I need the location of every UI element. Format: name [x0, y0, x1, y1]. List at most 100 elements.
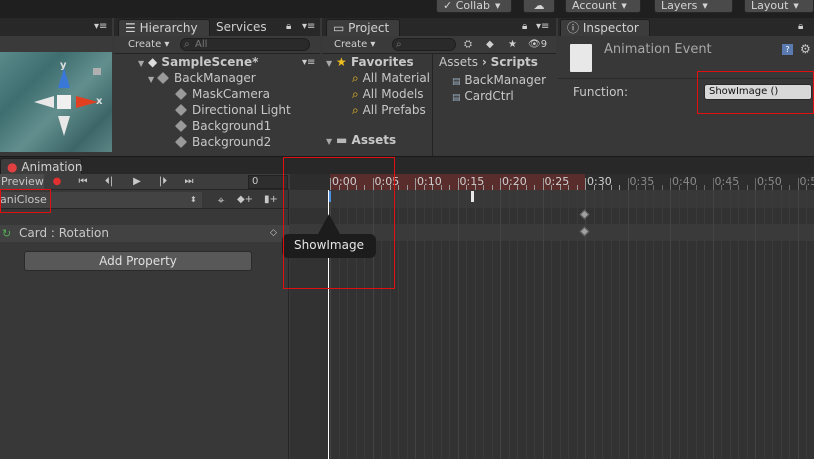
hierarchy-search-input[interactable]: ⌕ All — [180, 38, 310, 51]
property-label: Card : Rotation — [19, 226, 109, 240]
assets-label: Assets — [351, 133, 397, 147]
hierarchy-create-button[interactable]: Create ▾ — [128, 38, 169, 52]
keyframe-diamond-icon[interactable]: ◇ — [270, 225, 277, 242]
grid-line — [517, 190, 518, 459]
list-item[interactable]: ⌕ All Prefabs — [352, 102, 426, 118]
add-property-button[interactable]: Add Property — [24, 251, 252, 271]
tick-mark-minor — [525, 185, 527, 190]
favorites-item[interactable]: ▼ ★ Favorites — [326, 54, 414, 70]
tick-mark-minor — [483, 185, 484, 190]
record-icon[interactable]: ● — [44, 174, 70, 190]
tick-mark — [542, 178, 544, 190]
tab-inspector[interactable]: ⓘ Inspector — [560, 19, 650, 36]
play-icon[interactable]: ▶ — [124, 174, 150, 190]
script-file-icon: ▤ — [452, 77, 461, 87]
property-row[interactable]: ↻ Card : Rotation ◇ — [0, 225, 289, 242]
filter-type-icon[interactable]: ⛭ — [464, 38, 472, 52]
tick-mark-minor — [551, 185, 552, 190]
panel-menu-icon[interactable]: ▾≡ — [94, 20, 107, 34]
item-label: CardCtrl — [464, 89, 514, 103]
gizmo-y-label: y — [60, 60, 67, 71]
lock-icon[interactable]: 🔒︎ — [522, 20, 527, 34]
gameobject-icon — [174, 103, 188, 117]
project-panel: ▭ Project 🔒︎ ▾≡ Create ▾ ⌕ ⛭ ◆ ★ 👁︎9 ▼ ★ … — [322, 18, 556, 156]
scene-root-item[interactable]: ▼ ◆ SampleScene* — [138, 54, 258, 70]
tab-services[interactable]: Services — [216, 20, 267, 34]
list-item[interactable]: ▤ BackManager — [452, 72, 546, 88]
tick-mark-minor — [568, 185, 569, 190]
search-icon: ⌕ — [184, 39, 190, 50]
chevron-down-icon: ▼ — [702, 1, 708, 10]
layout-dropdown[interactable]: Layout ▼ — [744, 0, 814, 13]
tick-mark-minor — [806, 185, 807, 190]
panel-menu-icon[interactable]: ▾≡ — [302, 20, 315, 34]
chevron-down-icon: ▼ — [793, 1, 799, 10]
search-placeholder: All — [195, 39, 208, 50]
cloud-button[interactable]: ☁ — [523, 0, 555, 13]
filter-label-icon[interactable]: ◆ — [486, 38, 494, 52]
account-dropdown[interactable]: Account ▼ — [565, 0, 641, 13]
tick-mark — [500, 178, 501, 190]
prev-key-icon[interactable]: ⏴| — [96, 174, 122, 190]
grid-line — [695, 190, 697, 459]
breadcrumb-current[interactable]: Scripts — [491, 55, 538, 69]
layers-dropdown[interactable]: Layers ▼ — [654, 0, 733, 13]
preview-toggle[interactable]: Preview — [0, 174, 44, 190]
help-icon[interactable]: ? — [782, 44, 793, 55]
collab-dropdown[interactable]: ✓ Collab ▼ — [436, 0, 512, 13]
scene-menu-icon[interactable]: ▾≡ — [302, 56, 315, 70]
highlight-function-box — [697, 71, 814, 114]
grid-line — [627, 190, 629, 459]
expanded-arrow-icon: ▼ — [138, 59, 145, 68]
tick-mark-minor — [763, 185, 765, 190]
grid-line — [483, 190, 484, 459]
grid-line — [721, 190, 722, 459]
grid-line — [474, 190, 476, 459]
list-item[interactable]: Background1 — [174, 118, 271, 134]
settings-icon[interactable]: ⚙ — [800, 42, 811, 56]
next-key-icon[interactable]: |⏵ — [150, 174, 176, 190]
list-item[interactable]: Directional Light — [174, 102, 291, 118]
grid-line — [449, 190, 450, 459]
panel-menu-icon[interactable]: ▾≡ — [536, 20, 549, 34]
tick-mark-minor — [491, 185, 493, 190]
lock-icon[interactable]: 🔒︎ — [286, 20, 291, 34]
first-key-icon[interactable]: ⏮ — [70, 174, 96, 190]
tick-mark — [712, 178, 714, 190]
grid-line — [593, 190, 595, 459]
list-item[interactable]: ⌕ All Models — [352, 86, 424, 102]
tick-mark-minor — [644, 185, 646, 190]
tick-mark-minor — [534, 185, 535, 190]
project-create-button[interactable]: Create ▾ — [334, 38, 375, 52]
scene-view[interactable]: y x — [0, 52, 112, 152]
frame-field[interactable]: 0 — [248, 175, 288, 189]
tick-label: 0:15 — [459, 175, 485, 188]
tab-animation[interactable]: ● Animation — [0, 158, 83, 175]
breadcrumb-root[interactable]: Assets — [439, 55, 478, 69]
chevron-down-icon: ▼ — [494, 1, 501, 10]
list-item[interactable]: ▤ CardCtrl — [452, 88, 514, 104]
add-keyframe-icon[interactable]: ◆+ — [232, 192, 258, 208]
inspector-tabstrip: ⓘ Inspector 🔒︎ — [558, 18, 814, 36]
list-item[interactable]: MaskCamera — [174, 86, 270, 102]
animation-record-icon: ● — [7, 160, 18, 174]
tick-mark — [670, 178, 671, 190]
animation-event-marker[interactable] — [471, 191, 474, 202]
tab-hierarchy[interactable]: ☰ Hierarchy — [118, 19, 210, 36]
list-item[interactable]: Background2 — [174, 134, 271, 150]
grid-line — [406, 190, 408, 459]
project-search-input[interactable]: ⌕ — [392, 38, 456, 51]
list-item[interactable]: ⌕ All Material — [352, 70, 430, 86]
grid-line — [772, 190, 773, 459]
tick-mark-minor — [619, 185, 620, 190]
favorite-star-icon[interactable]: ★ — [508, 38, 517, 52]
keyframe-target-icon[interactable]: ⌖ — [208, 192, 234, 208]
last-key-icon[interactable]: ⏭ — [176, 174, 202, 190]
add-event-icon[interactable]: ▮+ — [258, 192, 284, 208]
grid-line — [508, 190, 510, 459]
lock-icon[interactable]: 🔒︎ — [798, 20, 803, 34]
list-item[interactable]: ▼ BackManager — [148, 70, 256, 86]
hidden-eye-icon[interactable]: 👁︎9 — [528, 38, 547, 52]
tab-project[interactable]: ▭ Project — [326, 19, 400, 36]
assets-item[interactable]: ▼ ▬ Assets — [326, 132, 396, 148]
